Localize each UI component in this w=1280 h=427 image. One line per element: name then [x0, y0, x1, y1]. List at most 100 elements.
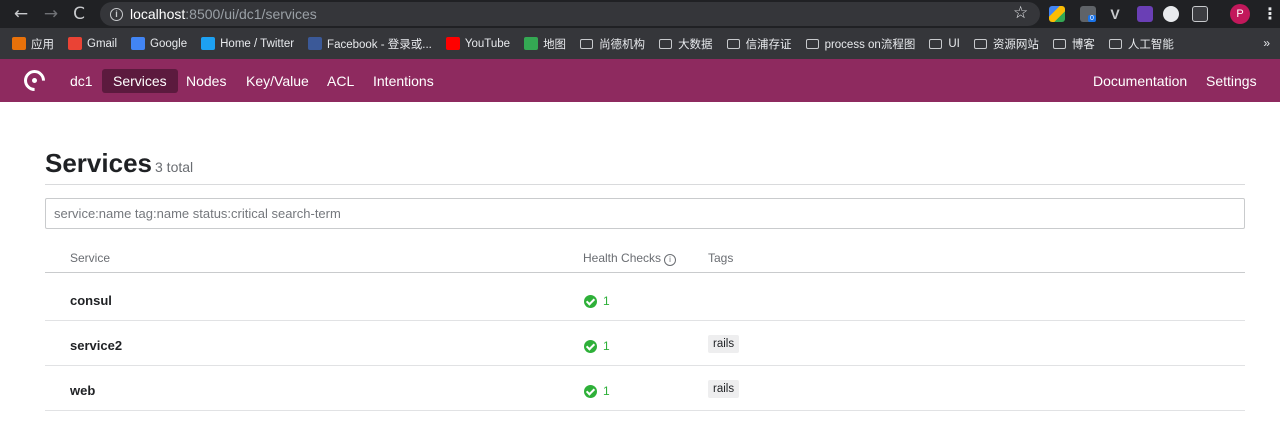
bookmark-star-icon[interactable]: ☆	[1013, 3, 1028, 23]
health-checks: 1	[584, 294, 610, 308]
health-checks: 1	[584, 339, 610, 353]
bookmark-label: 尚德机构	[599, 38, 646, 51]
browser-toolbar: ← → C i localhost:8500/ui/dc1/services ☆…	[0, 0, 1280, 28]
nav-settings[interactable]: Settings	[1195, 69, 1268, 93]
health-checks: 1	[584, 384, 610, 398]
google-icon	[131, 37, 146, 50]
bookmark-label: UI	[948, 37, 960, 50]
extension-rp-icon[interactable]	[1137, 6, 1153, 22]
folder-icon	[1108, 38, 1122, 49]
bookmark-label: Home / Twitter	[220, 37, 295, 50]
column-header-health: Health Checks i	[583, 251, 677, 266]
bookmark-item[interactable]: 应用	[12, 36, 54, 52]
bookmark-item[interactable]: Facebook - 登录或...	[308, 36, 432, 52]
twitter-icon	[201, 37, 216, 50]
bookmark-label: process on流程图	[824, 38, 916, 51]
tag-badge: rails	[708, 380, 740, 398]
info-icon[interactable]: i	[110, 7, 123, 21]
extension-badge: 0	[1088, 15, 1096, 22]
bookmark-label: 地图	[543, 38, 567, 51]
services-count: 3 total	[155, 159, 194, 175]
bookmark-item[interactable]: Gmail	[68, 37, 117, 50]
datacenter-selector[interactable]: dc1	[59, 69, 104, 93]
gmail-icon	[68, 37, 82, 50]
reload-icon[interactable]: C	[66, 0, 92, 28]
bookmark-item[interactable]: UI	[929, 38, 960, 50]
profile-avatar[interactable]: P	[1230, 4, 1250, 24]
table-header-divider	[45, 272, 1245, 273]
title-divider	[45, 184, 1245, 185]
menu-kebab-icon[interactable]: ⋮	[1262, 4, 1278, 23]
bookmarks-bar: 应用 Gmail Google Home / Twitter Facebook - 登录…	[0, 28, 1280, 59]
youtube-icon	[445, 37, 460, 50]
bookmark-item[interactable]: YouTube	[445, 37, 511, 50]
nav-documentation[interactable]: Documentation	[1082, 69, 1198, 93]
consul-top-nav: dc1 Services Nodes Key/Value ACL Intenti…	[0, 59, 1280, 102]
info-circle-icon[interactable]: i	[664, 253, 677, 266]
tag-badge: rails	[708, 335, 740, 353]
bookmark-label: Facebook - 登录或...	[327, 38, 432, 51]
folder-icon	[973, 38, 987, 49]
passing-count: 1	[603, 384, 610, 398]
nav-acl[interactable]: ACL	[316, 69, 365, 93]
folder-icon	[1052, 38, 1066, 49]
bookmark-item[interactable]: Home / Twitter	[201, 37, 294, 50]
bookmark-item[interactable]: Google	[131, 37, 187, 50]
bookmark-label: 人工智能	[1127, 38, 1174, 51]
bookmarks-overflow-chevron-icon[interactable]: »	[1263, 36, 1270, 50]
column-header-tags: Tags	[708, 251, 734, 265]
service-name-link[interactable]: consul	[70, 293, 112, 308]
table-row[interactable]: web 1 rails	[45, 366, 1245, 411]
page-title: Services	[45, 148, 152, 178]
forward-arrow-icon[interactable]: →	[38, 0, 64, 28]
folder-icon	[805, 38, 819, 49]
bookmark-label: 应用	[31, 38, 54, 51]
back-arrow-icon[interactable]: ←	[8, 0, 34, 28]
extension-colorful-icon[interactable]	[1049, 6, 1065, 22]
folder-icon	[726, 38, 740, 49]
bookmark-item[interactable]: 信浦存证	[726, 36, 792, 52]
nav-intentions[interactable]: Intentions	[362, 69, 445, 93]
column-header-service[interactable]: Service	[70, 251, 110, 265]
service-name-link[interactable]: web	[70, 383, 95, 398]
nav-nodes[interactable]: Nodes	[175, 69, 237, 93]
check-circle-icon	[584, 339, 597, 353]
apps-grid-icon	[12, 37, 26, 50]
bookmark-item[interactable]: 博客	[1052, 36, 1095, 52]
table-row[interactable]: service2 1 rails	[45, 321, 1245, 366]
address-bar[interactable]: i localhost:8500/ui/dc1/services	[100, 2, 1040, 26]
nav-services[interactable]: Services	[102, 69, 178, 93]
bookmark-item[interactable]: 大数据	[659, 36, 713, 52]
bookmark-item[interactable]: 资源网站	[973, 36, 1039, 52]
bookmark-label: YouTube	[464, 37, 511, 50]
bookmark-item[interactable]: process on流程图	[805, 36, 916, 52]
bookmark-item[interactable]: 地图	[524, 36, 566, 52]
bookmark-item[interactable]: 人工智能	[1108, 36, 1174, 52]
table-row[interactable]: consul 1	[45, 276, 1245, 321]
service-name-link[interactable]: service2	[70, 338, 122, 353]
folder-icon	[580, 38, 594, 49]
bookmark-label: 博客	[1071, 38, 1095, 51]
bookmark-label: 大数据	[678, 38, 713, 51]
facebook-icon	[308, 37, 323, 50]
bookmark-label: 信浦存证	[745, 38, 792, 51]
maps-icon	[524, 37, 539, 50]
bookmark-label: Google	[150, 37, 188, 50]
extension-vue-icon[interactable]: V	[1107, 6, 1123, 22]
passing-count: 1	[603, 294, 610, 308]
bookmark-item[interactable]: 尚德机构	[580, 36, 645, 52]
extension-circle-icon[interactable]	[1163, 6, 1179, 22]
check-circle-icon	[584, 294, 597, 308]
folder-icon	[659, 38, 673, 49]
search-input[interactable]	[45, 198, 1245, 229]
folder-icon	[929, 38, 943, 49]
column-header-health-label: Health Checks	[583, 251, 662, 265]
nav-key-value[interactable]: Key/Value	[235, 69, 320, 93]
consul-logo-dot	[32, 78, 37, 83]
url-path: :8500/ui/dc1/services	[185, 6, 317, 22]
extension-ghost-icon[interactable]	[1192, 6, 1208, 22]
bookmark-label: Gmail	[87, 37, 118, 50]
url-host: localhost	[130, 6, 186, 22]
check-circle-icon	[584, 384, 597, 398]
passing-count: 1	[603, 339, 610, 353]
